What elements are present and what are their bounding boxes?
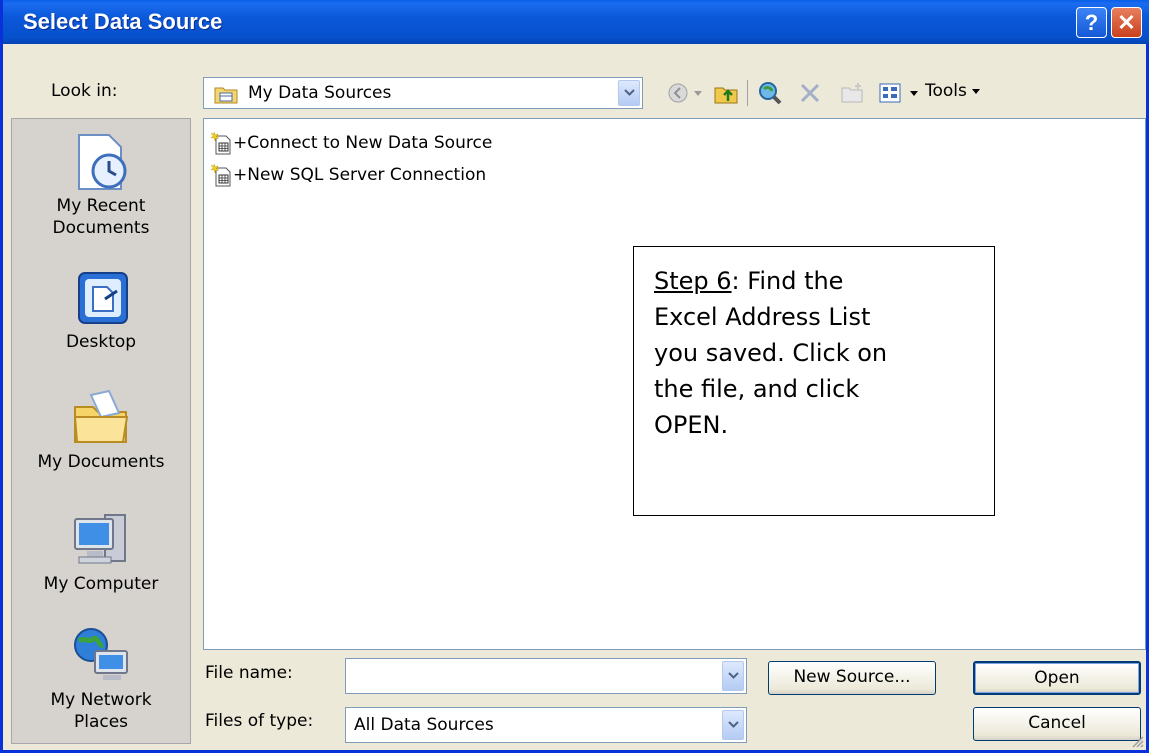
file-name: +Connect to New Data Source: [233, 133, 493, 153]
place-label: Documents: [52, 218, 150, 238]
step-label: Step 6: [654, 267, 732, 295]
file-name-label: File name:: [205, 663, 293, 683]
search-web-icon: [759, 82, 782, 105]
tools-menu-label: Tools: [925, 81, 967, 101]
caret-down-icon: [910, 90, 918, 96]
file-name-dropdown-arrow[interactable]: [722, 661, 744, 691]
cancel-button[interactable]: Cancel: [973, 707, 1141, 741]
place-my-computer[interactable]: My Computer: [12, 509, 190, 595]
place-label: Places: [73, 712, 129, 732]
callout-line: Excel Address List: [654, 303, 871, 331]
up-folder-icon: [714, 87, 738, 104]
files-of-type-dropdown-arrow[interactable]: [722, 710, 744, 740]
new-data-source-file-icon: [210, 131, 231, 155]
delete-button[interactable]: [795, 78, 825, 108]
look-in-dropdown[interactable]: My Data Sources: [203, 77, 643, 109]
file-name-input[interactable]: [345, 658, 747, 694]
list-item[interactable]: +New SQL Server Connection: [210, 161, 486, 189]
chevron-down-icon: [727, 721, 739, 728]
callout-line: the file, and click: [654, 375, 860, 403]
my-computer-icon: [69, 509, 133, 571]
back-icon: [668, 83, 688, 103]
desktop-icon: [69, 267, 133, 329]
place-label: My Recent: [56, 196, 146, 216]
views-icon: [879, 83, 901, 103]
new-folder-icon: [841, 83, 863, 103]
tools-menu[interactable]: Tools: [925, 81, 980, 101]
instruction-callout: Step 6: Find the Excel Address List you …: [633, 246, 995, 516]
help-icon: ?: [1084, 10, 1099, 35]
look-in-dropdown-arrow[interactable]: [618, 80, 640, 106]
views-dropdown[interactable]: [907, 80, 921, 106]
file-name: +New SQL Server Connection: [233, 165, 487, 185]
caret-down-icon: [694, 90, 702, 96]
new-sql-connection-file-icon: [210, 163, 231, 187]
back-dropdown[interactable]: [691, 80, 705, 106]
up-one-level-button[interactable]: [711, 78, 741, 108]
window-title: Select Data Source: [23, 9, 223, 34]
files-of-type-label: Files of type:: [205, 711, 314, 731]
title-bar[interactable]: Select Data Source ? ✕: [3, 0, 1149, 44]
place-label: My Documents: [37, 452, 165, 472]
look-in-label: Look in:: [51, 81, 118, 101]
place-label: My Network: [50, 690, 152, 710]
place-my-network-places[interactable]: My Network Places: [12, 625, 190, 733]
callout-line: you saved. Click on: [654, 339, 888, 367]
close-icon: ✕: [1117, 10, 1136, 35]
delete-icon: [800, 83, 820, 103]
select-data-source-dialog: Select Data Source ? ✕ Look in: My Data …: [0, 0, 1149, 753]
resize-grip-icon[interactable]: [1130, 734, 1144, 748]
place-label: Desktop: [65, 332, 137, 352]
callout-line: Step 6: Find the: [654, 263, 974, 299]
open-button[interactable]: Open: [973, 661, 1141, 695]
place-label: My Computer: [43, 574, 159, 594]
place-my-documents[interactable]: My Documents: [12, 387, 190, 473]
callout-line: OPEN.: [654, 411, 729, 439]
places-bar: My Recent Documents Desktop My Documents…: [11, 118, 191, 744]
views-button[interactable]: [875, 78, 905, 108]
data-sources-folder-icon: [214, 84, 238, 104]
search-web-button[interactable]: [755, 78, 785, 108]
callout-text: : Find the: [731, 267, 844, 295]
files-of-type-value: All Data Sources: [354, 715, 494, 735]
caret-down-icon: [971, 88, 980, 94]
new-source-button[interactable]: New Source...: [768, 661, 936, 695]
network-places-icon: [69, 625, 133, 687]
close-button[interactable]: ✕: [1111, 7, 1142, 38]
my-documents-icon: [69, 387, 133, 449]
chevron-down-icon: [727, 672, 739, 679]
list-item[interactable]: +Connect to New Data Source: [210, 129, 492, 157]
recent-documents-icon: [69, 131, 133, 193]
look-in-value: My Data Sources: [248, 83, 392, 103]
chevron-down-icon: [623, 89, 635, 96]
back-button[interactable]: [665, 80, 691, 106]
place-desktop[interactable]: Desktop: [12, 267, 190, 353]
new-folder-button[interactable]: [837, 78, 867, 108]
place-my-recent-documents[interactable]: My Recent Documents: [12, 131, 190, 239]
help-button[interactable]: ?: [1076, 7, 1107, 38]
toolbar-separator: [747, 80, 748, 106]
files-of-type-dropdown[interactable]: All Data Sources: [345, 707, 747, 743]
